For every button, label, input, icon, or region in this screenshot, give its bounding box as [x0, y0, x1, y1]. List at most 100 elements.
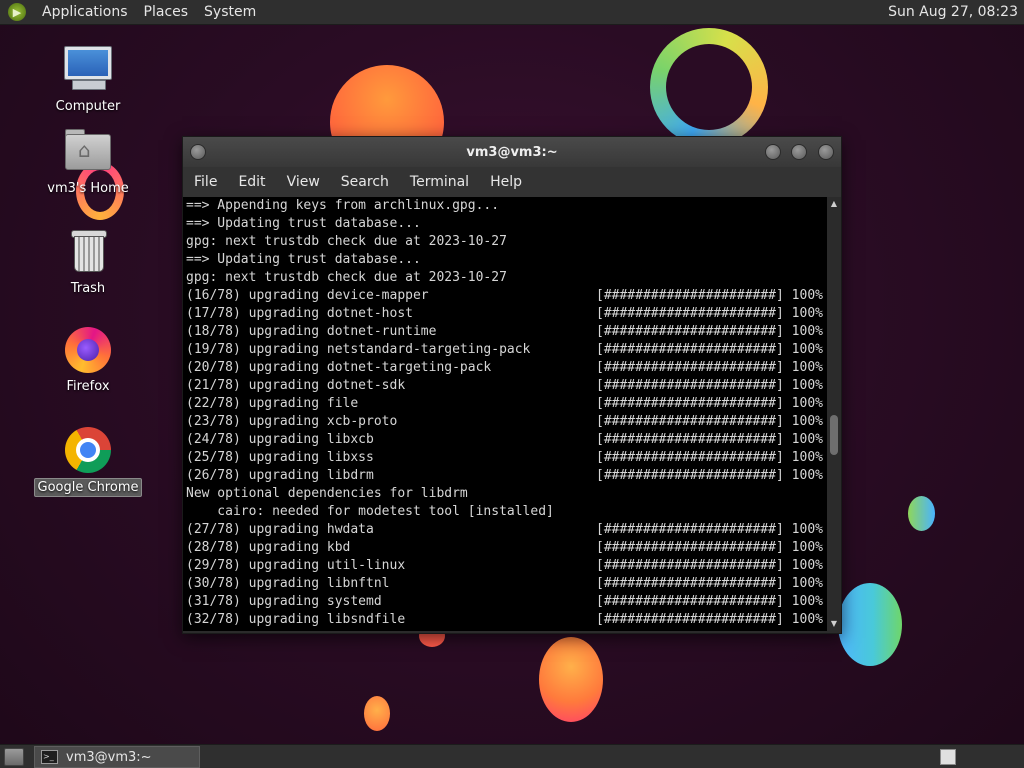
- workspace-switcher[interactable]: [940, 749, 956, 765]
- terminal-line: (26/78) upgrading libdrm [###############…: [183, 467, 827, 485]
- progress-bar-text: [######################] 100%: [596, 414, 823, 429]
- minimize-icon[interactable]: [765, 144, 781, 160]
- terminal-line: (19/78) upgrading netstandard-targeting-…: [183, 341, 827, 359]
- menu-applications[interactable]: Applications: [34, 4, 136, 20]
- terminal-line-text: (16/78) upgrading device-mapper: [186, 288, 429, 303]
- menu-view[interactable]: View: [277, 174, 330, 190]
- terminal-line-text: (25/78) upgrading libxss: [186, 450, 374, 465]
- terminal-line: (31/78) upgrading systemd [##############…: [183, 593, 827, 611]
- terminal-line: (16/78) upgrading device-mapper [########…: [183, 287, 827, 305]
- terminal-line: ==> Appending keys from archlinux.gpg...: [183, 197, 827, 215]
- distro-logo-icon[interactable]: ▶: [8, 3, 26, 21]
- menu-help[interactable]: Help: [480, 174, 532, 190]
- terminal-line: (18/78) upgrading dotnet-runtime [#######…: [183, 323, 827, 341]
- progress-bar-text: [######################] 100%: [596, 288, 823, 303]
- taskbar-label: vm3@vm3:~: [66, 749, 152, 765]
- bottom-panel: >_ vm3@vm3:~: [0, 744, 1024, 768]
- terminal-line-text: (29/78) upgrading util-linux: [186, 558, 406, 573]
- progress-bar-text: [######################] 100%: [596, 306, 823, 321]
- terminal-menubar: File Edit View Search Terminal Help: [183, 167, 841, 197]
- maximize-icon[interactable]: [791, 144, 807, 160]
- menu-search[interactable]: Search: [331, 174, 399, 190]
- terminal-line: (32/78) upgrading libsndfile [###########…: [183, 611, 827, 629]
- terminal-line-text: ==> Appending keys from archlinux.gpg...: [186, 198, 500, 213]
- desktop-icon-computer[interactable]: Computer: [33, 44, 143, 115]
- desktop-icon-home[interactable]: ⌂ vm3's Home: [33, 126, 143, 197]
- terminal-line-text: (19/78) upgrading netstandard-targeting-…: [186, 342, 531, 357]
- progress-bar-text: [######################] 100%: [596, 342, 823, 357]
- scroll-up-icon[interactable]: ▲: [827, 197, 841, 211]
- terminal-line: New optional dependencies for libdrm: [183, 485, 827, 503]
- desktop-icon-label: Trash: [70, 281, 106, 296]
- progress-bar-text: [######################] 100%: [596, 612, 823, 627]
- desktop-icon-label: Firefox: [66, 379, 110, 394]
- terminal-line: ==> Updating trust database...: [183, 251, 827, 269]
- home-folder-icon: ⌂: [62, 126, 114, 178]
- terminal-line: (17/78) upgrading dotnet-host [##########…: [183, 305, 827, 323]
- menu-places[interactable]: Places: [136, 4, 197, 20]
- desktop-icon-trash[interactable]: Trash: [33, 226, 143, 297]
- terminal-output[interactable]: ==> Appending keys from archlinux.gpg...…: [183, 197, 827, 631]
- progress-bar-text: [######################] 100%: [596, 324, 823, 339]
- progress-bar-text: [######################] 100%: [596, 522, 823, 537]
- progress-bar-text: [######################] 100%: [596, 396, 823, 411]
- window-title: vm3@vm3:~: [466, 144, 558, 160]
- wallpaper-blob: [838, 583, 902, 666]
- show-desktop-icon[interactable]: [4, 748, 24, 766]
- terminal-line-text: gpg: next trustdb check due at 2023-10-2…: [186, 234, 507, 249]
- terminal-line-text: cairo: needed for modetest tool [install…: [186, 504, 554, 519]
- top-panel: ▶ Applications Places System Sun Aug 27,…: [0, 0, 1024, 25]
- scroll-down-icon[interactable]: ▼: [827, 617, 841, 631]
- terminal-icon: >_: [41, 750, 58, 764]
- terminal-line: gpg: next trustdb check due at 2023-10-2…: [183, 269, 827, 287]
- progress-bar-text: [######################] 100%: [596, 450, 823, 465]
- menu-edit[interactable]: Edit: [228, 174, 275, 190]
- trash-icon: [62, 226, 114, 278]
- desktop-icon-label: Google Chrome: [33, 478, 143, 497]
- terminal-line-text: (32/78) upgrading libsndfile: [186, 612, 406, 627]
- progress-bar-text: [######################] 100%: [596, 540, 823, 555]
- terminal-line-text: (27/78) upgrading hwdata: [186, 522, 374, 537]
- progress-bar-text: [######################] 100%: [596, 558, 823, 573]
- terminal-line-text: (23/78) upgrading xcb-proto: [186, 414, 398, 429]
- computer-icon: [62, 44, 114, 96]
- menu-terminal[interactable]: Terminal: [400, 174, 479, 190]
- terminal-window[interactable]: vm3@vm3:~ File Edit View Search Terminal…: [182, 136, 842, 634]
- wallpaper-ring: [650, 28, 768, 146]
- window-menu-icon[interactable]: [190, 144, 206, 160]
- terminal-line-text: New optional dependencies for libdrm: [186, 486, 468, 501]
- terminal-line: (25/78) upgrading libxss [###############…: [183, 449, 827, 467]
- terminal-line-text: (18/78) upgrading dotnet-runtime: [186, 324, 437, 339]
- terminal-line: (21/78) upgrading dotnet-sdk [###########…: [183, 377, 827, 395]
- terminal-line: gpg: next trustdb check due at 2023-10-2…: [183, 233, 827, 251]
- scrollbar-thumb[interactable]: [830, 415, 838, 455]
- terminal-line: (20/78) upgrading dotnet-targeting-pack […: [183, 359, 827, 377]
- terminal-line-text: gpg: next trustdb check due at 2023-10-2…: [186, 270, 507, 285]
- chrome-icon: [62, 424, 114, 476]
- taskbar-terminal-button[interactable]: >_ vm3@vm3:~: [34, 746, 200, 768]
- desktop-icon-firefox[interactable]: Firefox: [33, 324, 143, 395]
- firefox-icon: [62, 324, 114, 376]
- close-icon[interactable]: [818, 144, 834, 160]
- clock[interactable]: Sun Aug 27, 08:23: [888, 4, 1018, 20]
- terminal-scrollbar[interactable]: ▲ ▼: [827, 197, 841, 631]
- wallpaper-blob: [364, 696, 390, 731]
- terminal-line: cairo: needed for modetest tool [install…: [183, 503, 827, 521]
- desktop-icon-label: Computer: [55, 99, 121, 114]
- progress-bar-text: [######################] 100%: [596, 432, 823, 447]
- progress-bar-text: [######################] 100%: [596, 576, 823, 591]
- terminal-line-text: (24/78) upgrading libxcb: [186, 432, 374, 447]
- terminal-line-text: (31/78) upgrading systemd: [186, 594, 382, 609]
- desktop-icon-label: vm3's Home: [47, 181, 129, 196]
- window-titlebar[interactable]: vm3@vm3:~: [183, 137, 841, 167]
- menu-system[interactable]: System: [196, 4, 264, 20]
- wallpaper-blob: [539, 637, 603, 722]
- terminal-line: (30/78) upgrading libnftnl [#############…: [183, 575, 827, 593]
- terminal-line: (29/78) upgrading util-linux [###########…: [183, 557, 827, 575]
- terminal-line-text: (28/78) upgrading kbd: [186, 540, 351, 555]
- terminal-line-text: ==> Updating trust database...: [186, 252, 421, 267]
- menu-file[interactable]: File: [184, 174, 227, 190]
- progress-bar-text: [######################] 100%: [596, 468, 823, 483]
- desktop-icon-chrome[interactable]: Google Chrome: [33, 424, 143, 497]
- terminal-line: ==> Updating trust database...: [183, 215, 827, 233]
